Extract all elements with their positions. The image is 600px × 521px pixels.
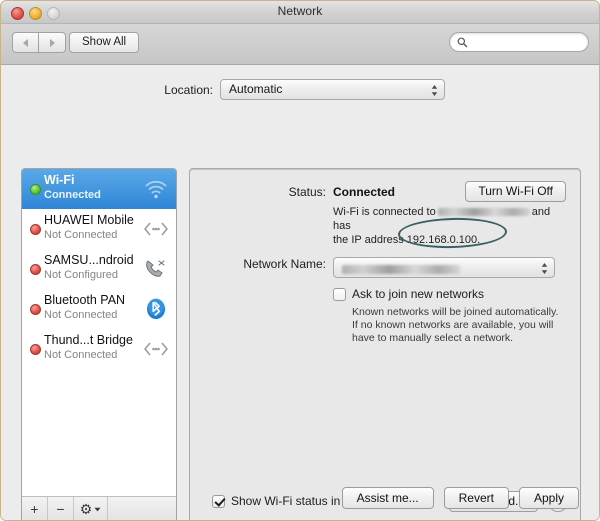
ask-to-join-row[interactable]: Ask to join new networks [333,287,484,301]
window-title: Network [277,4,323,18]
search-input[interactable] [472,35,580,52]
network-preferences-window: Network Show All Location: Automatic Wi-… [0,0,600,521]
location-selected-value: Automatic [229,82,283,96]
network-services-sidebar: Wi-Fi Connected HUAWEI Mobile Not Connec… [21,168,177,520]
redacted-network-name [342,265,460,274]
chevron-right-icon [49,38,55,47]
ip-address-value: 192.168.0.100. [406,234,481,246]
status-description: Wi-Fi is connected to and has the IP addr… [333,205,565,247]
status-dot-red-icon [30,344,41,355]
location-label: Location: [164,82,213,97]
bluetooth-icon [147,298,165,319]
plus-icon: + [30,501,39,517]
ask-to-join-label: Ask to join new networks [352,287,485,301]
status-value: Connected [333,185,396,199]
forward-button[interactable] [39,32,66,53]
location-row: Location: Automatic [1,79,599,100]
wifi-icon [145,180,167,199]
toolbar: Show All [1,24,599,65]
show-wifi-status-checkbox[interactable] [212,494,225,508]
revert-button[interactable]: Revert [443,487,509,509]
show-all-button[interactable]: Show All [69,32,140,53]
remove-service-button[interactable]: − [48,497,74,520]
sidebar-item-thunderbolt-bridge[interactable]: Thund...t Bridge Not Connected [22,329,176,369]
ask-to-join-help-text: Known networks will be joined automatica… [352,306,559,344]
status-desc-prefix: Wi-Fi is connected to [333,206,436,218]
search-icon [457,37,468,48]
network-name-row: Network Name: [190,257,580,278]
chevron-down-icon [94,507,101,511]
network-name-label: Network Name: [243,257,326,271]
chevron-left-icon [23,38,28,47]
sidebar-footer: + − ⚙ [22,496,176,520]
back-button[interactable] [12,32,39,53]
sidebar-item-wifi[interactable]: Wi-Fi Connected [22,169,176,209]
dialog-actions: Assist me... Revert Apply [341,487,579,509]
chevron-updown-icon [541,263,548,274]
status-dot-red-icon [30,224,41,235]
turn-wifi-off-button[interactable]: Turn Wi-Fi Off [465,181,566,202]
wifi-detail-panel: Status: Connected Turn Wi-Fi Off Wi-Fi i… [189,168,581,520]
gear-icon: ⚙ [79,501,93,517]
window-titlebar: Network [1,1,599,24]
location-popup-button[interactable]: Automatic [220,79,445,100]
sidebar-item-bluetooth-pan[interactable]: Bluetooth PAN Not Connected [22,289,176,329]
network-name-popup-button[interactable] [333,257,555,278]
chevron-updown-icon [431,85,438,96]
status-label: Status: [288,185,326,199]
status-desc-line2: the IP address [333,234,404,246]
ask-to-join-checkbox[interactable] [333,287,346,301]
navigation-buttons [12,32,66,53]
modem-icon [146,260,165,277]
add-service-button[interactable]: + [22,497,48,520]
service-actions-button[interactable]: ⚙ [74,497,108,520]
redacted-ssid [437,208,530,217]
sidebar-item-samsung-android[interactable]: SAMSU...ndroid Not Configured [22,249,176,289]
assist-me-button[interactable]: Assist me... [341,487,434,509]
apply-button[interactable]: Apply [518,487,579,509]
preferences-content: Location: Automatic Wi-Fi Connected HUAW… [1,65,599,520]
ethernet-icon [144,222,168,236]
minus-icon: − [56,501,65,517]
search-field[interactable] [449,32,589,52]
status-dot-red-icon [30,264,41,275]
service-list: Wi-Fi Connected HUAWEI Mobile Not Connec… [22,169,176,497]
status-dot-green-icon [30,184,41,195]
sidebar-item-huawei-mobile[interactable]: HUAWEI Mobile Not Connected [22,209,176,249]
status-dot-red-icon [30,304,41,315]
ethernet-icon [144,342,168,356]
